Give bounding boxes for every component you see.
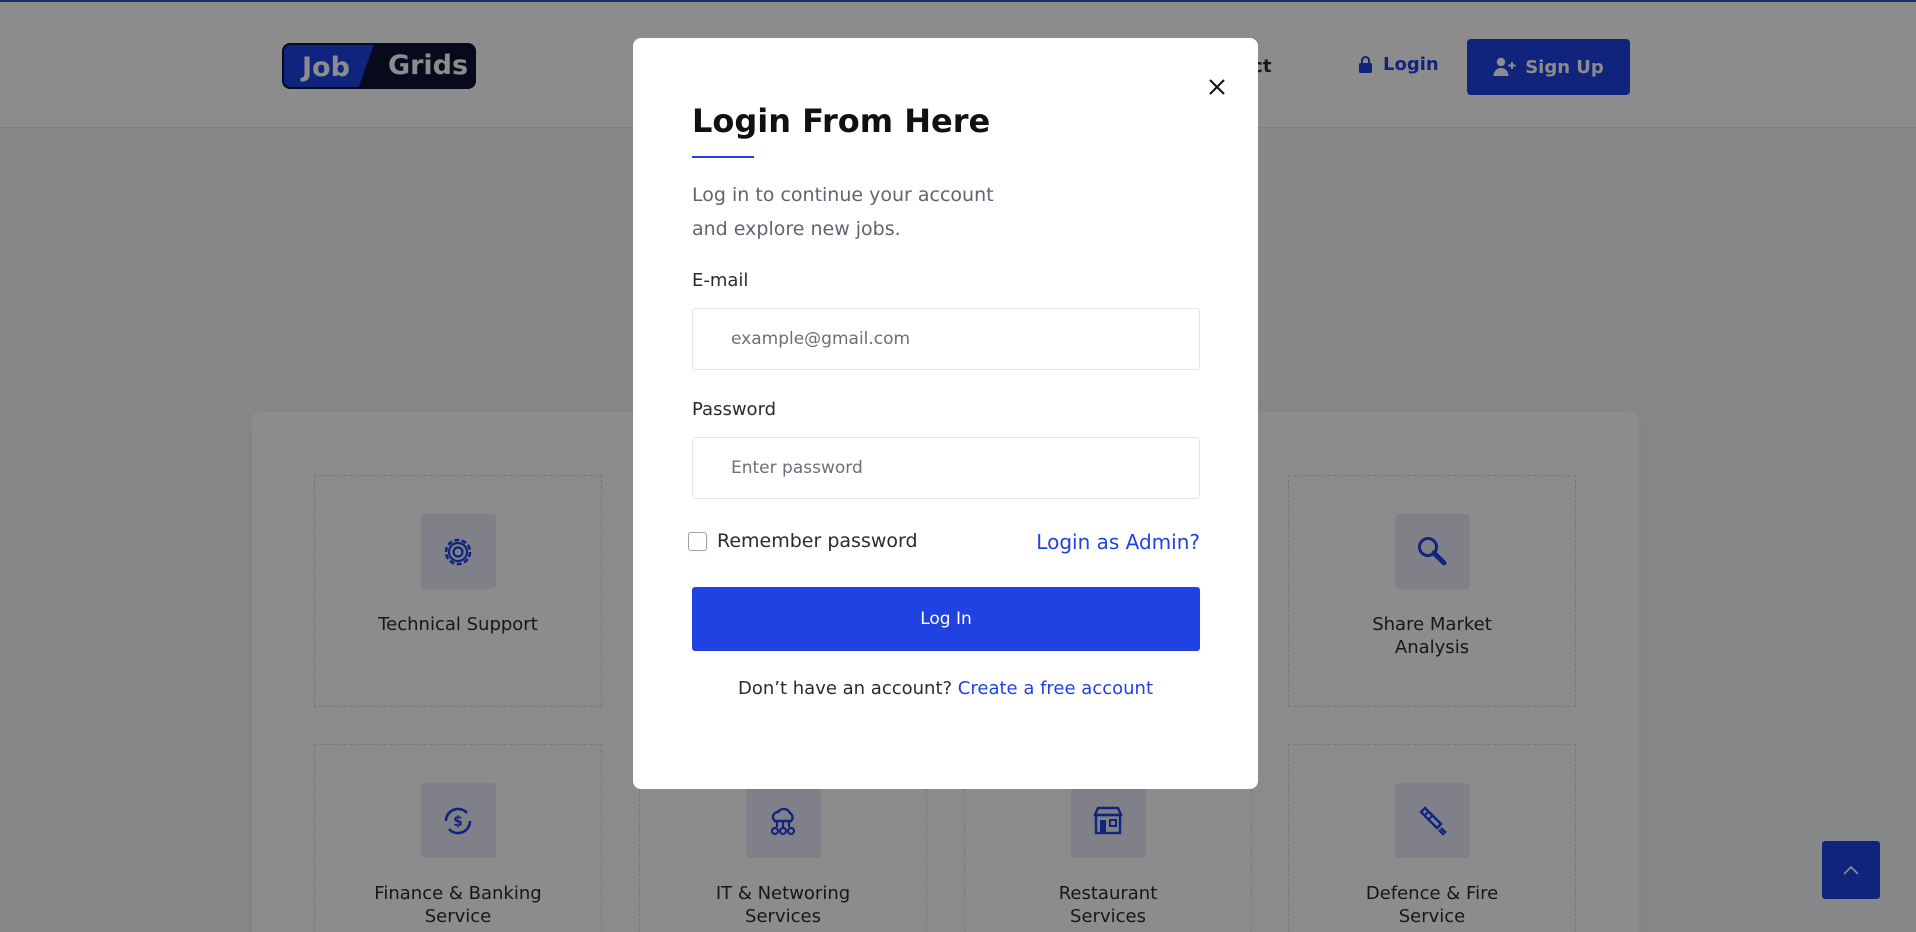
modal-title: Login From Here [692,102,991,140]
email-field[interactable] [692,308,1200,370]
admin-login-link[interactable]: Login as Admin? [1036,530,1200,554]
close-button[interactable] [1201,71,1233,103]
password-label: Password [692,399,777,420]
no-account-text: Don’t have an account? [737,678,953,699]
password-field[interactable] [692,437,1200,499]
remember-password-row[interactable]: Remember password [688,530,918,552]
login-modal: Login From Here Log in to continue your … [633,38,1258,789]
title-underline [692,156,754,158]
signup-prompt: Don’t have an account? Create a free acc… [633,678,1258,699]
create-account-link[interactable]: Create a free account [958,678,1153,699]
remember-checkbox[interactable] [688,531,707,551]
email-label: E-mail [692,270,749,291]
modal-subtitle: Log in to continue your account and expl… [692,184,994,240]
login-button[interactable]: Log In [692,587,1200,651]
remember-label: Remember password [717,530,918,552]
close-icon [1209,79,1225,95]
